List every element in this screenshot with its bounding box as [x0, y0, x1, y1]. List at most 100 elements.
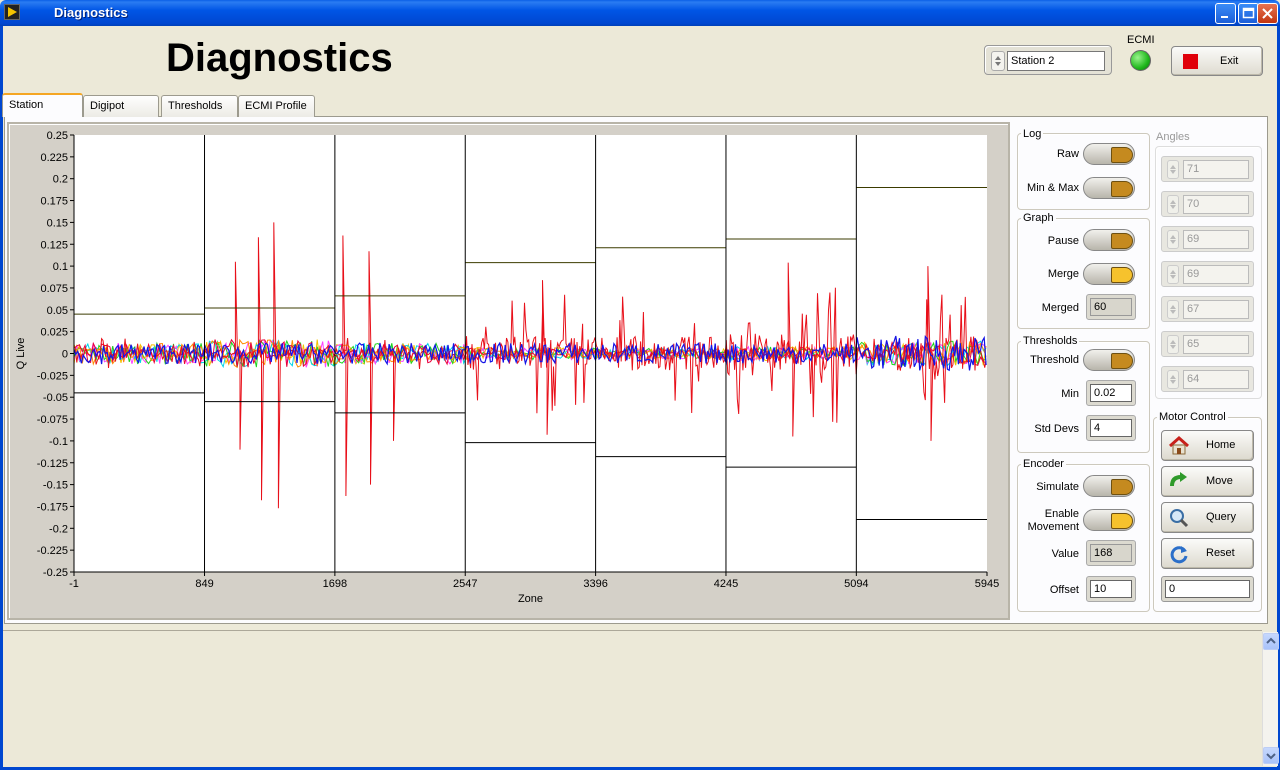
x-tick-label: 4245: [714, 578, 738, 590]
minimize-button[interactable]: [1215, 3, 1236, 24]
y-tick-label: -0.075: [37, 414, 68, 426]
stddevs-control[interactable]: 4: [1086, 415, 1136, 441]
tab-thresholds[interactable]: Thresholds: [161, 95, 238, 117]
tab-digipot[interactable]: Digipot: [83, 95, 159, 117]
minmax-toggle[interactable]: [1083, 177, 1135, 199]
enable-label-line1: Enable: [1044, 508, 1079, 520]
y-tick-label: -0.2: [49, 523, 68, 535]
station-value[interactable]: Station 2: [1007, 51, 1105, 71]
angle-value: 64: [1183, 370, 1249, 389]
scroll-up-button[interactable]: [1263, 633, 1279, 650]
move-button[interactable]: Move: [1161, 466, 1254, 497]
motor-value-field[interactable]: 0: [1161, 576, 1254, 602]
labview-app-icon: [4, 4, 20, 20]
motor-value[interactable]: 0: [1165, 580, 1250, 598]
y-tick-label: 0.025: [40, 327, 68, 339]
raw-label: Raw: [1056, 148, 1079, 160]
reset-label: Reset: [1206, 547, 1235, 559]
home-button[interactable]: Home: [1161, 430, 1254, 461]
ecmi-label: ECMI: [1127, 34, 1155, 46]
merge-label: Merge: [1047, 268, 1079, 280]
x-axis-label: Zone: [518, 593, 543, 605]
y-tick-label: 0.175: [40, 196, 68, 208]
enable-movement-toggle[interactable]: [1083, 509, 1135, 531]
offset-control[interactable]: 10: [1086, 576, 1136, 602]
minmax-label: Min & Max: [1027, 182, 1079, 194]
angle-control: 64: [1161, 366, 1254, 392]
y-tick-label: 0.075: [40, 283, 68, 295]
y-tick-label: -0.1: [49, 436, 68, 448]
thresholds-group-title: Thresholds: [1021, 335, 1080, 347]
x-tick-label: -1: [69, 578, 79, 590]
angle-value: 65: [1183, 335, 1249, 354]
home-icon: [1169, 435, 1189, 455]
maximize-button[interactable]: [1238, 3, 1259, 24]
y-tick-label: -0.025: [37, 370, 68, 382]
simulate-toggle[interactable]: [1083, 475, 1135, 497]
home-label: Home: [1206, 439, 1236, 451]
exit-label: Exit: [1220, 55, 1239, 67]
y-tick-label: 0.2: [53, 174, 68, 186]
move-arrow-icon: [1170, 472, 1187, 487]
x-tick-label: 849: [195, 578, 213, 590]
merged-value: 60: [1090, 298, 1132, 316]
angle-value: 69: [1183, 230, 1249, 249]
enable-label-line2: Movement: [1027, 521, 1079, 533]
angle-value: 70: [1183, 195, 1249, 214]
simulate-label: Simulate: [1036, 481, 1079, 493]
scroll-down-button[interactable]: [1263, 747, 1279, 764]
raw-toggle[interactable]: [1083, 143, 1135, 165]
stddevs-value[interactable]: 4: [1090, 419, 1132, 437]
y-tick-label: -0.25: [43, 567, 68, 579]
station-spinner[interactable]: [991, 51, 1005, 71]
tab-station[interactable]: Station: [2, 93, 83, 117]
merge-toggle[interactable]: [1083, 263, 1135, 285]
min-control[interactable]: 0.02: [1086, 380, 1136, 406]
y-tick-label: -0.175: [37, 501, 68, 513]
offset-label: Offset: [1049, 584, 1079, 596]
encoder-group-title: Encoder: [1021, 458, 1066, 470]
angle-value: 67: [1183, 300, 1249, 319]
angle-control: 69: [1161, 226, 1254, 252]
y-tick-label: 0.15: [47, 217, 68, 229]
x-tick-label: 2547: [453, 578, 477, 590]
reset-button[interactable]: Reset: [1161, 538, 1254, 569]
threshold-toggle[interactable]: [1083, 349, 1135, 371]
encoder-value-indicator: 168: [1086, 540, 1136, 566]
stop-icon: [1183, 54, 1198, 69]
angle-control: 71: [1161, 156, 1254, 182]
ecmi-led-indicator: [1130, 50, 1151, 71]
angle-value: 71: [1183, 160, 1249, 179]
station-selector[interactable]: Station 2: [984, 45, 1112, 75]
angle-control: 67: [1161, 296, 1254, 322]
motor-control-title: Motor Control: [1157, 411, 1228, 423]
q-live-chart[interactable]: 0.25 0.225 0.2 0.175 0.15 0.125 0.1 0.075 0.05 0.…: [7, 122, 1010, 620]
min-value[interactable]: 0.02: [1090, 384, 1132, 402]
threshold-label: Threshold: [1030, 354, 1079, 366]
pause-toggle[interactable]: [1083, 229, 1135, 251]
tab-ecmi-profile[interactable]: ECMI Profile: [238, 95, 315, 117]
angle-control: 65: [1161, 331, 1254, 357]
x-tick-label: 3396: [583, 578, 607, 590]
y-tick-label: 0.05: [47, 305, 68, 317]
x-tick-label: 5945: [975, 578, 999, 590]
y-tick-label: -0.15: [43, 480, 68, 492]
move-label: Move: [1206, 475, 1233, 487]
y-tick-label: 0.125: [40, 239, 68, 251]
title-bar: Diagnostics: [0, 0, 1280, 26]
pause-label: Pause: [1047, 235, 1079, 247]
merged-indicator: 60: [1086, 294, 1136, 320]
close-button[interactable]: [1257, 3, 1278, 24]
offset-value[interactable]: 10: [1090, 580, 1132, 598]
x-tick-label: 1698: [323, 578, 347, 590]
magnifier-icon: [1170, 509, 1189, 528]
vertical-scrollbar[interactable]: [1262, 632, 1279, 766]
encoder-value: 168: [1090, 544, 1132, 562]
min-label: Min: [1061, 388, 1079, 400]
exit-button[interactable]: Exit: [1171, 46, 1263, 76]
y-tick-label: 0.25: [47, 130, 68, 142]
y-tick-label: -0.125: [37, 458, 68, 470]
query-button[interactable]: Query: [1161, 502, 1254, 533]
angle-control: 70: [1161, 191, 1254, 217]
angle-value: 69: [1183, 265, 1249, 284]
